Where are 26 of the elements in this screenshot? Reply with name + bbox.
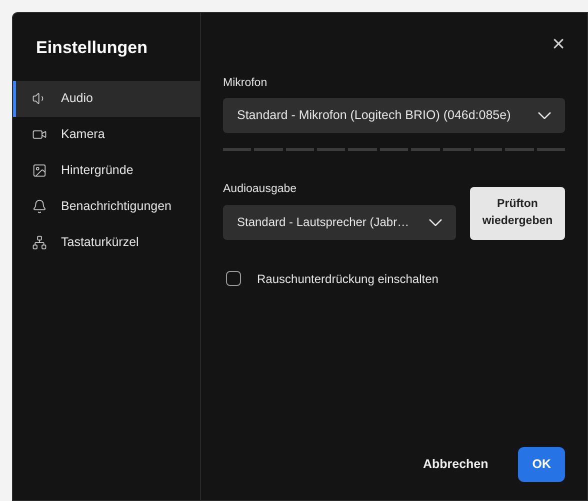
test-sound-button[interactable]: Prüfton wiedergeben (470, 186, 565, 240)
close-button[interactable]: × (552, 33, 565, 55)
checkbox[interactable] (226, 271, 241, 286)
bell-icon (32, 199, 47, 214)
sidebar-item[interactable]: Tastaturkürzel (13, 224, 200, 260)
sidebar-item[interactable]: Audio (13, 80, 200, 116)
sidebar-item[interactable]: Kamera (13, 116, 200, 152)
sidebar-label: Kamera (61, 126, 105, 144)
sidebar-label: Hintergründe (61, 162, 134, 180)
sidebar-item[interactable]: Hintergründe (13, 152, 200, 188)
field-label: Audioausgabe (223, 182, 298, 198)
sidebar-label: Benachrichtigungen (61, 198, 172, 216)
dialog-title: Einstellungen (35, 37, 148, 59)
field-label: Mikrofon (223, 76, 268, 91)
chevron-icon (429, 218, 442, 226)
checkbox-label: Rauschunterdrückung einschalten (257, 270, 438, 288)
sidebar-label: Audio (61, 90, 93, 108)
image-icon (32, 163, 47, 178)
chevron-icon (538, 112, 551, 120)
microphone-select[interactable]: Standard - Mikrofon (Logitech BRIO) (046d:085e) (223, 98, 565, 134)
sidebar-item[interactable]: Benachrichtigungen (13, 188, 200, 224)
nodes-icon (32, 235, 47, 250)
output-select[interactable]: Standard - Lautsprecher (Jabr… (223, 204, 456, 240)
sidebar-label: Tastaturkürzel (61, 234, 139, 252)
cancel-button[interactable]: Abbrechen (408, 447, 502, 482)
ok-button[interactable]: OK (518, 447, 565, 482)
